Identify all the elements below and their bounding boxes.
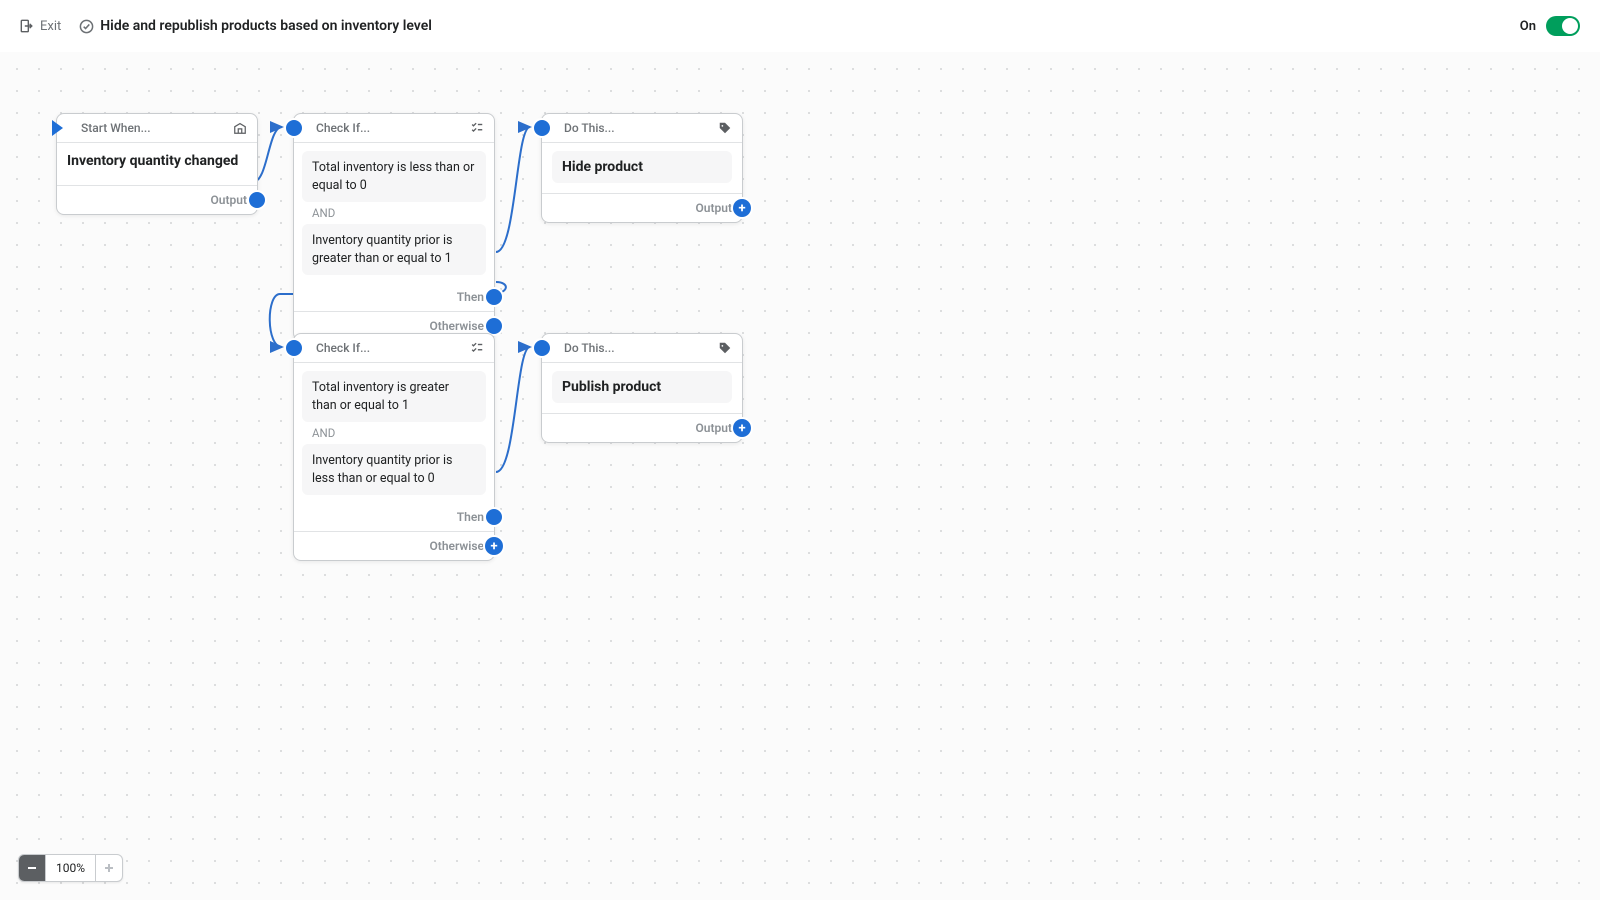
tag-icon <box>718 341 732 355</box>
action-card-publish[interactable]: Do This... Publish product Output + <box>541 333 743 443</box>
condition-card-1[interactable]: Check If... Total inventory is less than… <box>293 113 495 341</box>
condition-card-2[interactable]: Check If... Total inventory is greater t… <box>293 333 495 561</box>
trigger-title: Inventory quantity changed <box>67 151 247 175</box>
card-type-label: Check If... <box>316 341 370 355</box>
workflow-title: Hide and republish products based on inv… <box>100 18 432 34</box>
card-header: Do This... <box>542 114 742 143</box>
canvas-wrap: Start When... Inventory quantity changed… <box>0 52 1600 900</box>
tag-icon <box>718 121 732 135</box>
condition-text: Inventory quantity prior is less than or… <box>302 444 486 495</box>
checklist-icon <box>470 341 484 355</box>
card-type-label: Do This... <box>564 121 615 135</box>
input-port[interactable] <box>286 340 302 356</box>
output-label: Output <box>696 201 732 215</box>
check-circle-icon <box>79 19 94 34</box>
card-type-label: Check If... <box>316 121 370 135</box>
output-label: Output <box>696 421 732 435</box>
condition-and: AND <box>302 206 486 220</box>
zoom-in-button[interactable] <box>96 855 122 881</box>
exit-icon <box>20 19 34 33</box>
action-card-hide[interactable]: Do This... Hide product Output + <box>541 113 743 223</box>
add-output-button[interactable]: + <box>733 199 751 217</box>
trigger-card[interactable]: Start When... Inventory quantity changed… <box>56 113 258 215</box>
topbar-right: On <box>1520 16 1580 36</box>
action-title: Hide product <box>552 151 732 183</box>
card-header: Check If... <box>294 114 494 143</box>
then-port[interactable] <box>486 289 502 305</box>
zoom-controls: 100% <box>18 854 123 882</box>
card-type-label: Start When... <box>81 121 151 135</box>
output-port[interactable] <box>249 192 265 208</box>
add-otherwise-button[interactable]: + <box>485 537 503 555</box>
condition-text: Total inventory is less than or equal to… <box>302 151 486 202</box>
canvas[interactable]: Start When... Inventory quantity changed… <box>0 52 1600 900</box>
toggle-state-label: On <box>1520 19 1536 34</box>
input-port[interactable] <box>534 340 550 356</box>
topbar: Exit Hide and republish products based o… <box>0 0 1600 53</box>
input-port[interactable] <box>534 120 550 136</box>
action-title: Publish product <box>552 371 732 403</box>
card-header: Check If... <box>294 334 494 363</box>
otherwise-label: Otherwise <box>430 319 484 333</box>
otherwise-port[interactable] <box>486 318 502 334</box>
card-type-label: Do This... <box>564 341 615 355</box>
input-port[interactable] <box>286 120 302 136</box>
condition-text: Inventory quantity prior is greater than… <box>302 224 486 275</box>
card-header: Start When... <box>57 114 257 143</box>
condition-text: Total inventory is greater than or equal… <box>302 371 486 422</box>
topbar-left: Exit Hide and republish products based o… <box>14 15 432 38</box>
workflow-toggle[interactable] <box>1546 16 1580 36</box>
then-label: Then <box>457 510 484 524</box>
otherwise-label: Otherwise <box>430 539 484 553</box>
condition-and: AND <box>302 426 486 440</box>
exit-button[interactable]: Exit <box>14 15 67 38</box>
inventory-icon <box>233 121 247 135</box>
then-label: Then <box>457 290 484 304</box>
play-icon <box>52 120 63 136</box>
zoom-out-button[interactable] <box>19 855 45 881</box>
output-label: Output <box>211 193 247 207</box>
then-port[interactable] <box>486 509 502 525</box>
add-output-button[interactable]: + <box>733 419 751 437</box>
checklist-icon <box>470 121 484 135</box>
zoom-value: 100% <box>46 861 95 875</box>
title-group: Hide and republish products based on inv… <box>79 18 432 34</box>
card-header: Do This... <box>542 334 742 363</box>
exit-label: Exit <box>40 19 61 34</box>
